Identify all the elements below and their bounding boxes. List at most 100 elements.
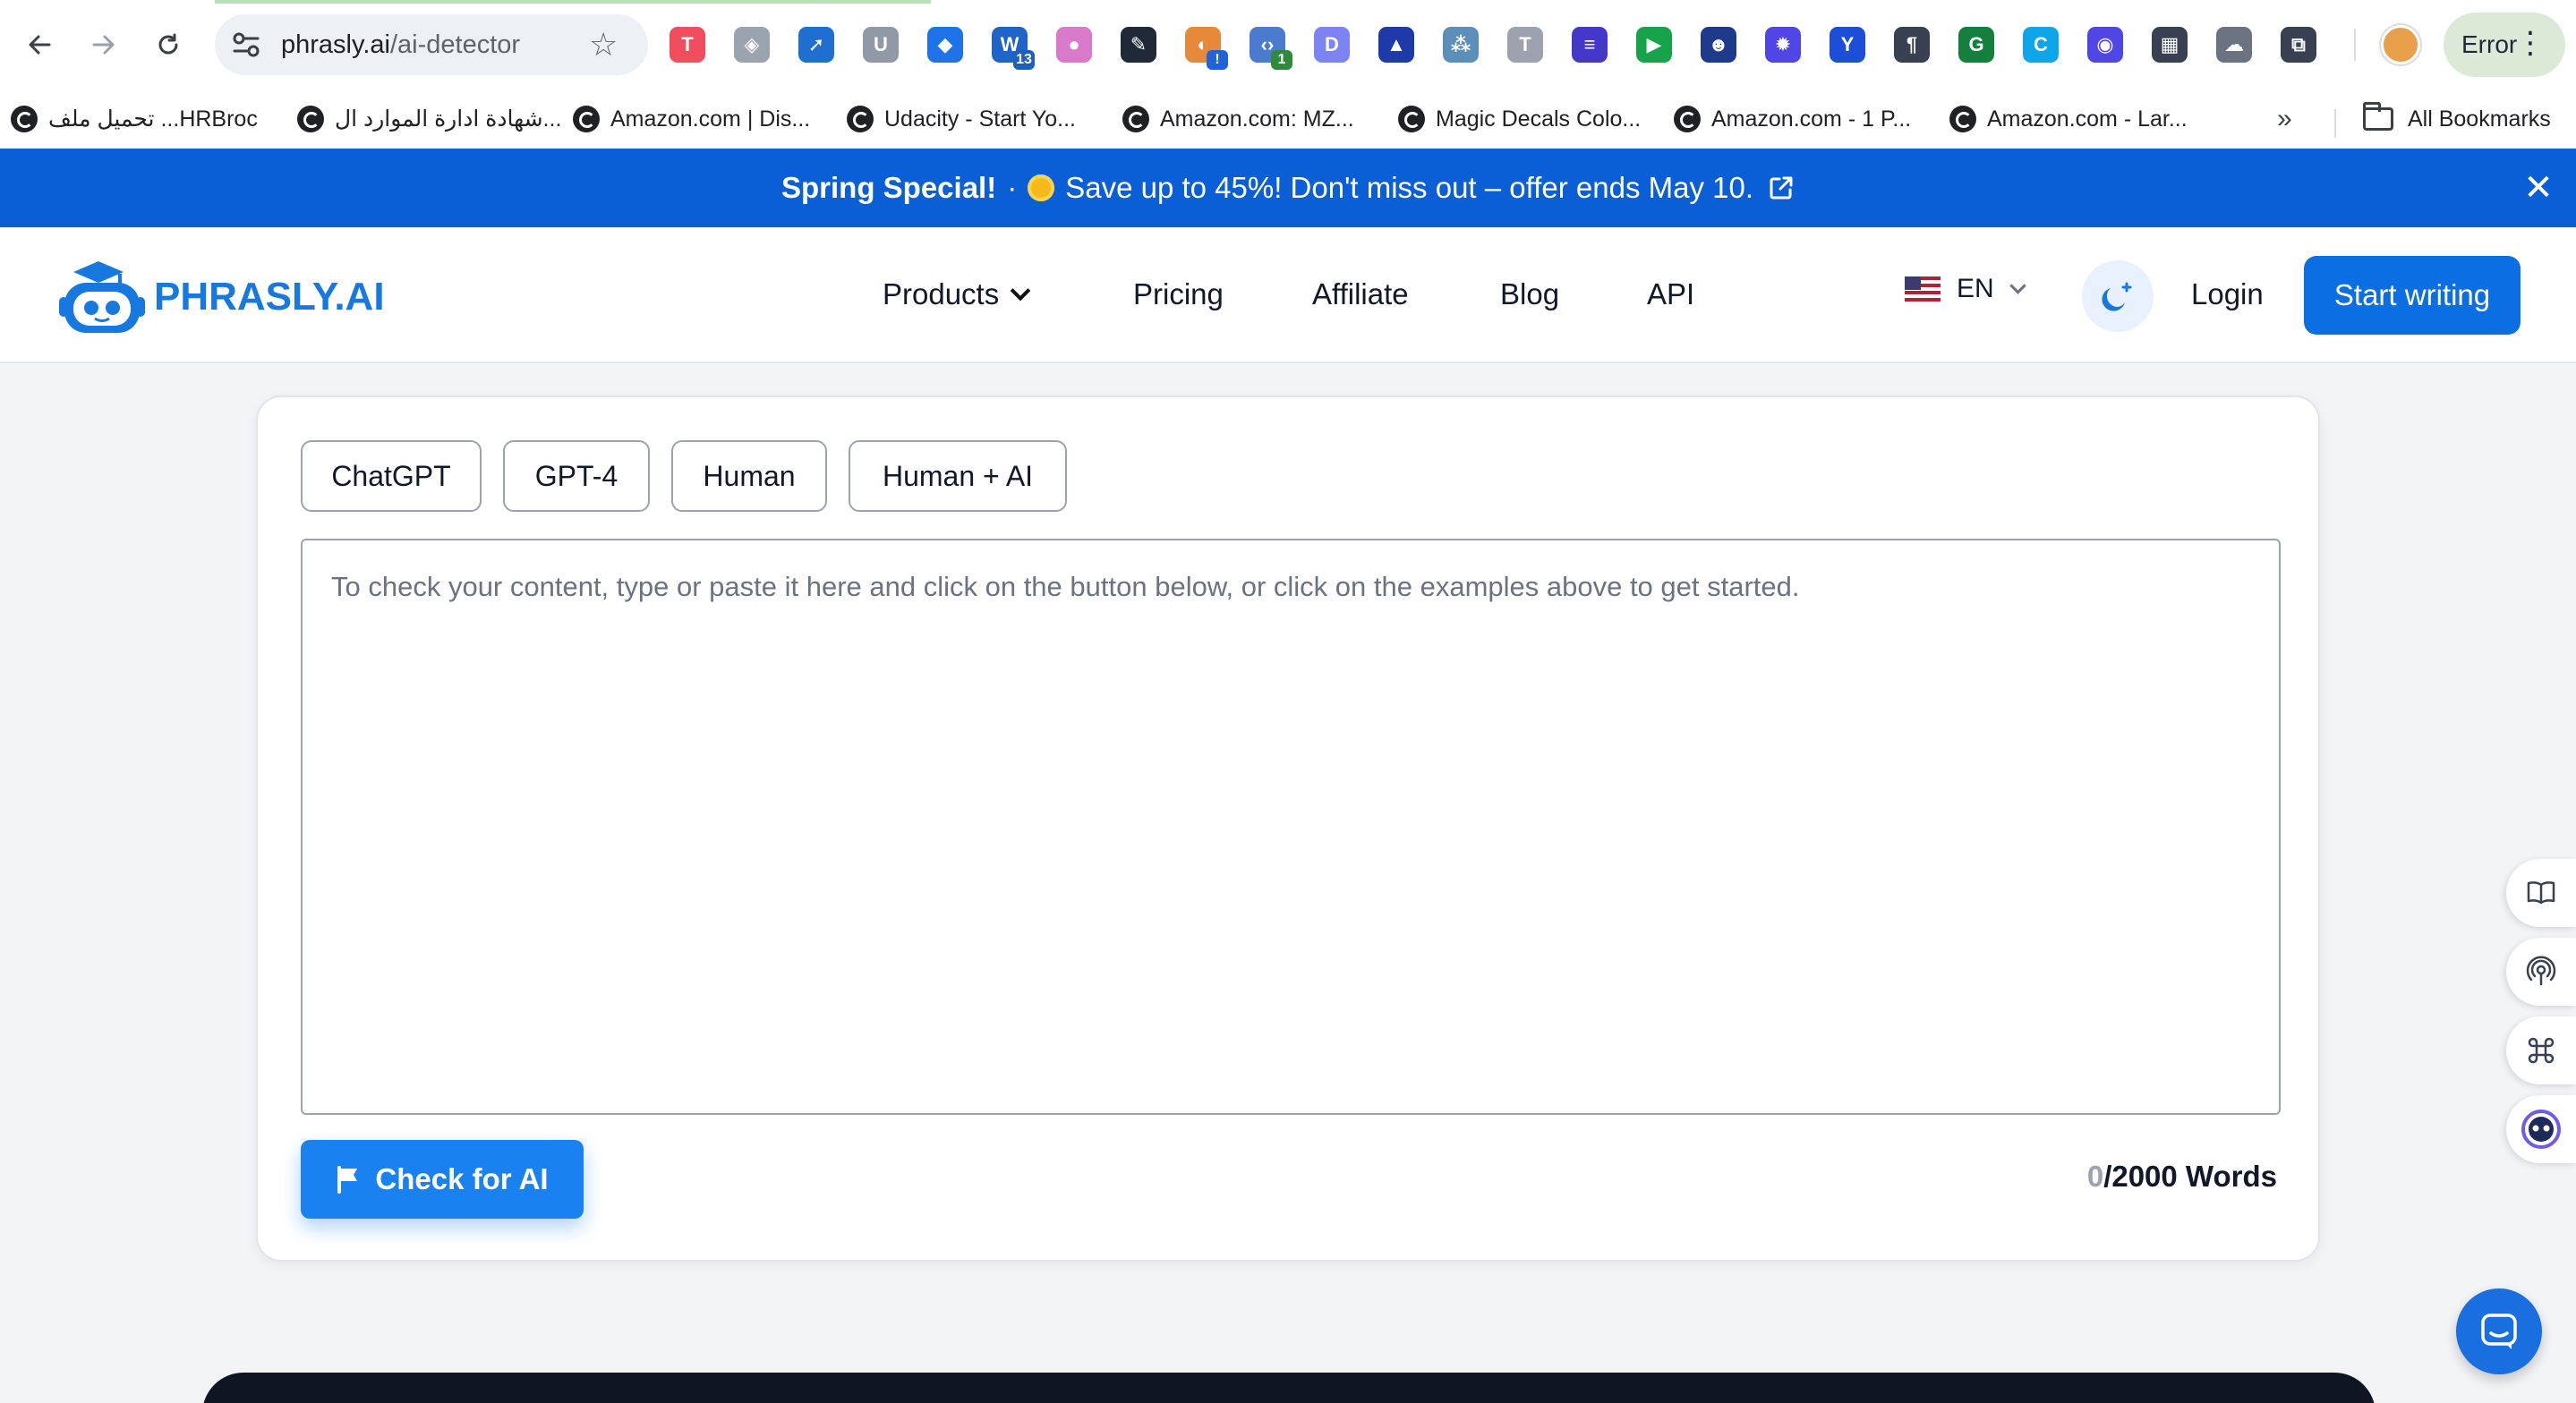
dock-assistant-button[interactable] <box>2506 1095 2576 1163</box>
nav-products-dropdown[interactable]: Products <box>883 272 1031 317</box>
menu-dots-icon[interactable]: ⋮ <box>2515 25 2546 61</box>
bookmark-item[interactable]: شهادة ادارة الموارد ال... <box>297 102 561 136</box>
more-bookmarks-chevron-icon[interactable]: » <box>2277 104 2292 134</box>
content-textarea[interactable] <box>303 540 2279 1113</box>
example-chatgpt-button[interactable]: ChatGPT <box>301 440 482 512</box>
cloud-ext-icon-glyph: ☁ <box>2224 33 2244 55</box>
send-ext-icon-glyph: ➚ <box>807 33 825 55</box>
reload-icon[interactable] <box>147 23 190 66</box>
dots-ext-icon[interactable]: ⁂ <box>1443 27 1479 63</box>
bookmark-item[interactable]: Amazon.com | Dis... <box>573 102 810 136</box>
tree-ext-icon-glyph: ▲ <box>1386 33 1406 55</box>
c-ext-icon[interactable]: C <box>2023 27 2059 63</box>
profile-error-button[interactable]: Error ⋮ <box>2444 13 2565 77</box>
d-ext-icon[interactable]: D <box>1314 27 1350 63</box>
command-key-icon <box>2528 1037 2555 1064</box>
logo-text: PHRASLY.AI <box>154 275 385 319</box>
tag-ext-icon[interactable]: ◆ <box>927 27 963 63</box>
promo-message[interactable]: Save up to 45%! Don't miss out – offer e… <box>1065 171 1753 205</box>
example-gpt4-button[interactable]: GPT-4 <box>503 440 650 512</box>
alien-ext-icon[interactable]: ☻ <box>1701 27 1736 63</box>
dropper-ext-icon[interactable]: ✎ <box>1121 27 1156 63</box>
chat-icon <box>2481 1314 2517 1349</box>
phrasly-logo[interactable]: PHRASLY.AI <box>57 256 385 338</box>
nav-affiliate[interactable]: Affiliate <box>1312 272 1409 317</box>
language-selector[interactable]: EN <box>1905 274 2026 304</box>
check-for-ai-label: Check for AI <box>375 1162 549 1195</box>
forward-arrow-icon[interactable] <box>82 23 125 66</box>
media-ext-icon[interactable]: ▦ <box>2152 27 2188 63</box>
nav-api[interactable]: API <box>1647 272 1694 317</box>
language-label: EN <box>1957 274 1994 303</box>
globe-icon <box>573 106 600 132</box>
open-book-icon <box>2527 881 2555 905</box>
globe-alert-ext-icon[interactable]: ◐! <box>1185 27 1228 70</box>
form-ext-icon[interactable]: ≡ <box>1572 27 1608 63</box>
y-ext-icon[interactable]: Y <box>1830 27 1865 63</box>
example-human-button[interactable]: Human <box>671 440 827 512</box>
u-ext-icon[interactable]: U <box>863 27 899 63</box>
robot-logo-icon <box>59 261 145 333</box>
site-info-icon[interactable] <box>231 30 261 59</box>
check-for-ai-button[interactable]: Check for AI <box>301 1140 584 1219</box>
grammarly-ext-icon[interactable]: G <box>1958 27 1994 63</box>
dots-ext-icon-glyph: ⁂ <box>1450 33 1471 55</box>
extension-badge: ! <box>1207 50 1228 70</box>
cloud-ext-icon[interactable]: ☁ <box>2216 27 2252 63</box>
all-bookmarks-button[interactable]: All Bookmarks <box>2363 102 2551 136</box>
url-host: phrasly.ai <box>281 30 390 59</box>
globe-icon <box>11 106 38 132</box>
bookmark-item[interactable]: تحميل ملف ...HRBroc <box>11 102 258 136</box>
robot-ext-icon-glyph: ◉ <box>2096 33 2114 55</box>
start-writing-button[interactable]: Start writing <box>2304 256 2521 335</box>
chat-support-button[interactable] <box>2456 1288 2542 1374</box>
theme-toggle-button[interactable] <box>2082 260 2154 332</box>
w-ext-icon[interactable]: W 13 <box>992 27 1035 70</box>
globe-icon <box>1674 106 1701 132</box>
play-ext-icon[interactable]: ▶ <box>1636 27 1672 63</box>
bookmark-item[interactable]: Magic Decals Colo... <box>1398 102 1641 136</box>
dock-shortcuts-button[interactable] <box>2506 1016 2576 1084</box>
puzzle-ext-icon[interactable]: ⧉ <box>2281 27 2316 63</box>
tiktok-ext-icon[interactable]: T <box>670 27 705 63</box>
blob-ext-icon[interactable]: ● <box>1056 27 1092 63</box>
all-bookmarks-label: All Bookmarks <box>2408 106 2551 132</box>
bookmark-label: Magic Decals Colo... <box>1436 106 1642 132</box>
bookmark-item[interactable]: Amazon.com: MZ... <box>1122 102 1354 136</box>
bookmark-item[interactable]: Amazon.com - Lar... <box>1949 102 2188 136</box>
extensions-bar: T ◈ ➚ U ◆ W 13 ● ✎ ◐! ‹› 1 D ▲ ⁂ T ≡ ▶ ☻ ✹ Y ¶ G C ◉ ▦ ☁ ⧉ <box>670 25 2345 70</box>
external-link-icon[interactable] <box>1768 174 1795 201</box>
bookmark-label: Udacity - Start Yo... <box>884 106 1076 132</box>
nav-pricing[interactable]: Pricing <box>1133 272 1224 317</box>
t-serif-ext-icon[interactable]: T <box>1507 27 1543 63</box>
robot-ext-icon[interactable]: ◉ <box>2087 27 2123 63</box>
example-human-ai-button[interactable]: Human + AI <box>849 440 1067 512</box>
bookmarks-bar: تحميل ملف ...HRBroc شهادة ادارة الموارد … <box>0 89 2576 149</box>
nav-blog[interactable]: Blog <box>1500 272 1559 317</box>
bookmark-item[interactable]: Udacity - Start Yo... <box>847 102 1076 136</box>
login-link[interactable]: Login <box>2191 272 2264 317</box>
tree-ext-icon[interactable]: ▲ <box>1378 27 1414 63</box>
d-ext-icon-glyph: D <box>1325 33 1339 55</box>
send-ext-icon[interactable]: ➚ <box>798 27 834 63</box>
sun-ext-icon[interactable]: ✹ <box>1765 27 1801 63</box>
pilcrow-ext-icon[interactable]: ¶ <box>1894 27 1930 63</box>
address-bar[interactable]: phrasly.ai/ai-detector ☆ <box>215 14 648 75</box>
sun-ext-icon-glyph: ✹ <box>1774 33 1792 55</box>
moon-sparkle-icon <box>2102 282 2132 311</box>
dock-reading-button[interactable] <box>2506 859 2576 927</box>
bookmark-star-icon[interactable]: ☆ <box>589 27 618 63</box>
bookmark-item[interactable]: Amazon.com - 1 P... <box>1674 102 1911 136</box>
error-label: Error <box>2461 30 2518 58</box>
shield-ext-icon[interactable]: ◈ <box>734 27 770 63</box>
robot-assistant-icon <box>2521 1110 2561 1149</box>
profile-avatar[interactable] <box>2381 25 2420 64</box>
code-ext-icon[interactable]: ‹› 1 <box>1250 27 1292 70</box>
grammarly-ext-icon-glyph: G <box>1968 33 1984 55</box>
shield-ext-icon-glyph: ◈ <box>744 33 760 55</box>
back-arrow-icon[interactable] <box>18 23 61 66</box>
dock-podcast-button[interactable] <box>2506 938 2576 1006</box>
floating-tools-dock <box>2506 859 2576 1163</box>
close-banner-icon[interactable]: ✕ <box>2517 166 2560 209</box>
bookmark-label: Amazon.com | Dis... <box>610 106 811 132</box>
